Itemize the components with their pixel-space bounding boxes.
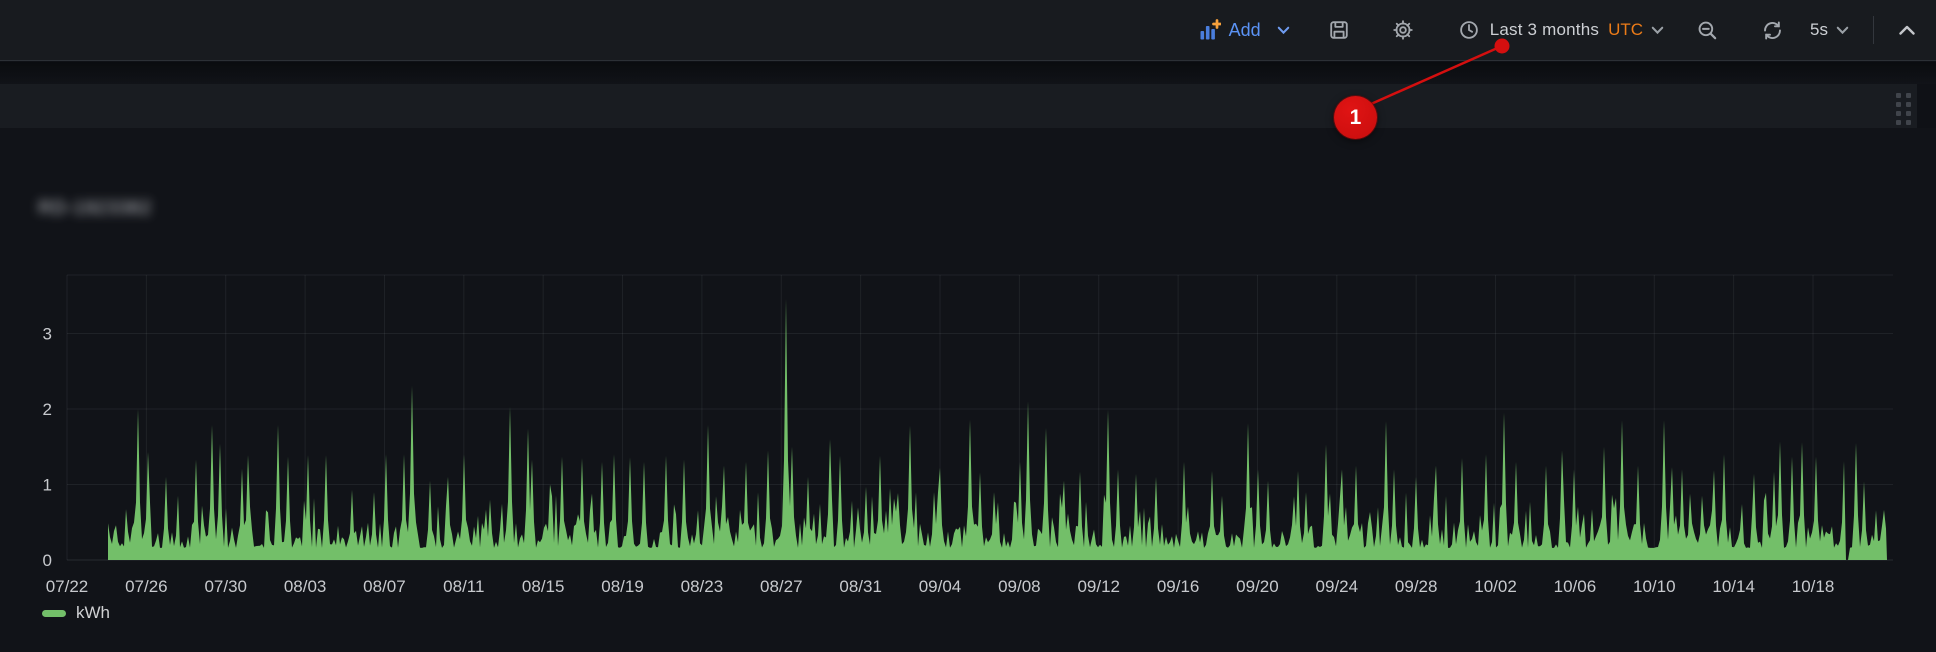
svg-text:09/24: 09/24 bbox=[1316, 577, 1359, 596]
svg-text:2: 2 bbox=[43, 400, 52, 419]
svg-text:08/03: 08/03 bbox=[284, 577, 327, 596]
svg-text:08/19: 08/19 bbox=[601, 577, 644, 596]
svg-text:10/14: 10/14 bbox=[1712, 577, 1755, 596]
svg-text:08/23: 08/23 bbox=[681, 577, 724, 596]
svg-text:08/15: 08/15 bbox=[522, 577, 565, 596]
svg-text:09/12: 09/12 bbox=[1077, 577, 1120, 596]
svg-text:08/27: 08/27 bbox=[760, 577, 803, 596]
svg-text:09/16: 09/16 bbox=[1157, 577, 1200, 596]
svg-text:10/10: 10/10 bbox=[1633, 577, 1676, 596]
svg-text:10/02: 10/02 bbox=[1474, 577, 1517, 596]
legend-item-kwh[interactable]: kWh bbox=[42, 603, 110, 623]
svg-text:07/30: 07/30 bbox=[204, 577, 247, 596]
svg-text:10/06: 10/06 bbox=[1554, 577, 1597, 596]
svg-text:1: 1 bbox=[43, 476, 52, 495]
svg-text:07/22: 07/22 bbox=[46, 577, 89, 596]
svg-text:0: 0 bbox=[43, 551, 52, 570]
time-series-chart[interactable]: 07/22 07/26 07/30 08/03 08/07 08/11 08/15 08/19… bbox=[0, 0, 1936, 652]
svg-text:09/28: 09/28 bbox=[1395, 577, 1438, 596]
legend-series-label: kWh bbox=[76, 603, 110, 623]
grafana-dashboard: Add bbox=[0, 0, 1936, 652]
annotation-badge: 1 bbox=[1334, 96, 1377, 139]
svg-text:08/07: 08/07 bbox=[363, 577, 406, 596]
svg-text:07/26: 07/26 bbox=[125, 577, 168, 596]
svg-text:09/04: 09/04 bbox=[919, 577, 962, 596]
svg-text:3: 3 bbox=[43, 325, 52, 344]
svg-text:08/11: 08/11 bbox=[443, 577, 484, 596]
svg-text:09/08: 09/08 bbox=[998, 577, 1041, 596]
svg-text:08/31: 08/31 bbox=[839, 577, 882, 596]
svg-text:10/18: 10/18 bbox=[1792, 577, 1835, 596]
svg-text:09/20: 09/20 bbox=[1236, 577, 1279, 596]
legend-series-marker bbox=[42, 610, 66, 617]
